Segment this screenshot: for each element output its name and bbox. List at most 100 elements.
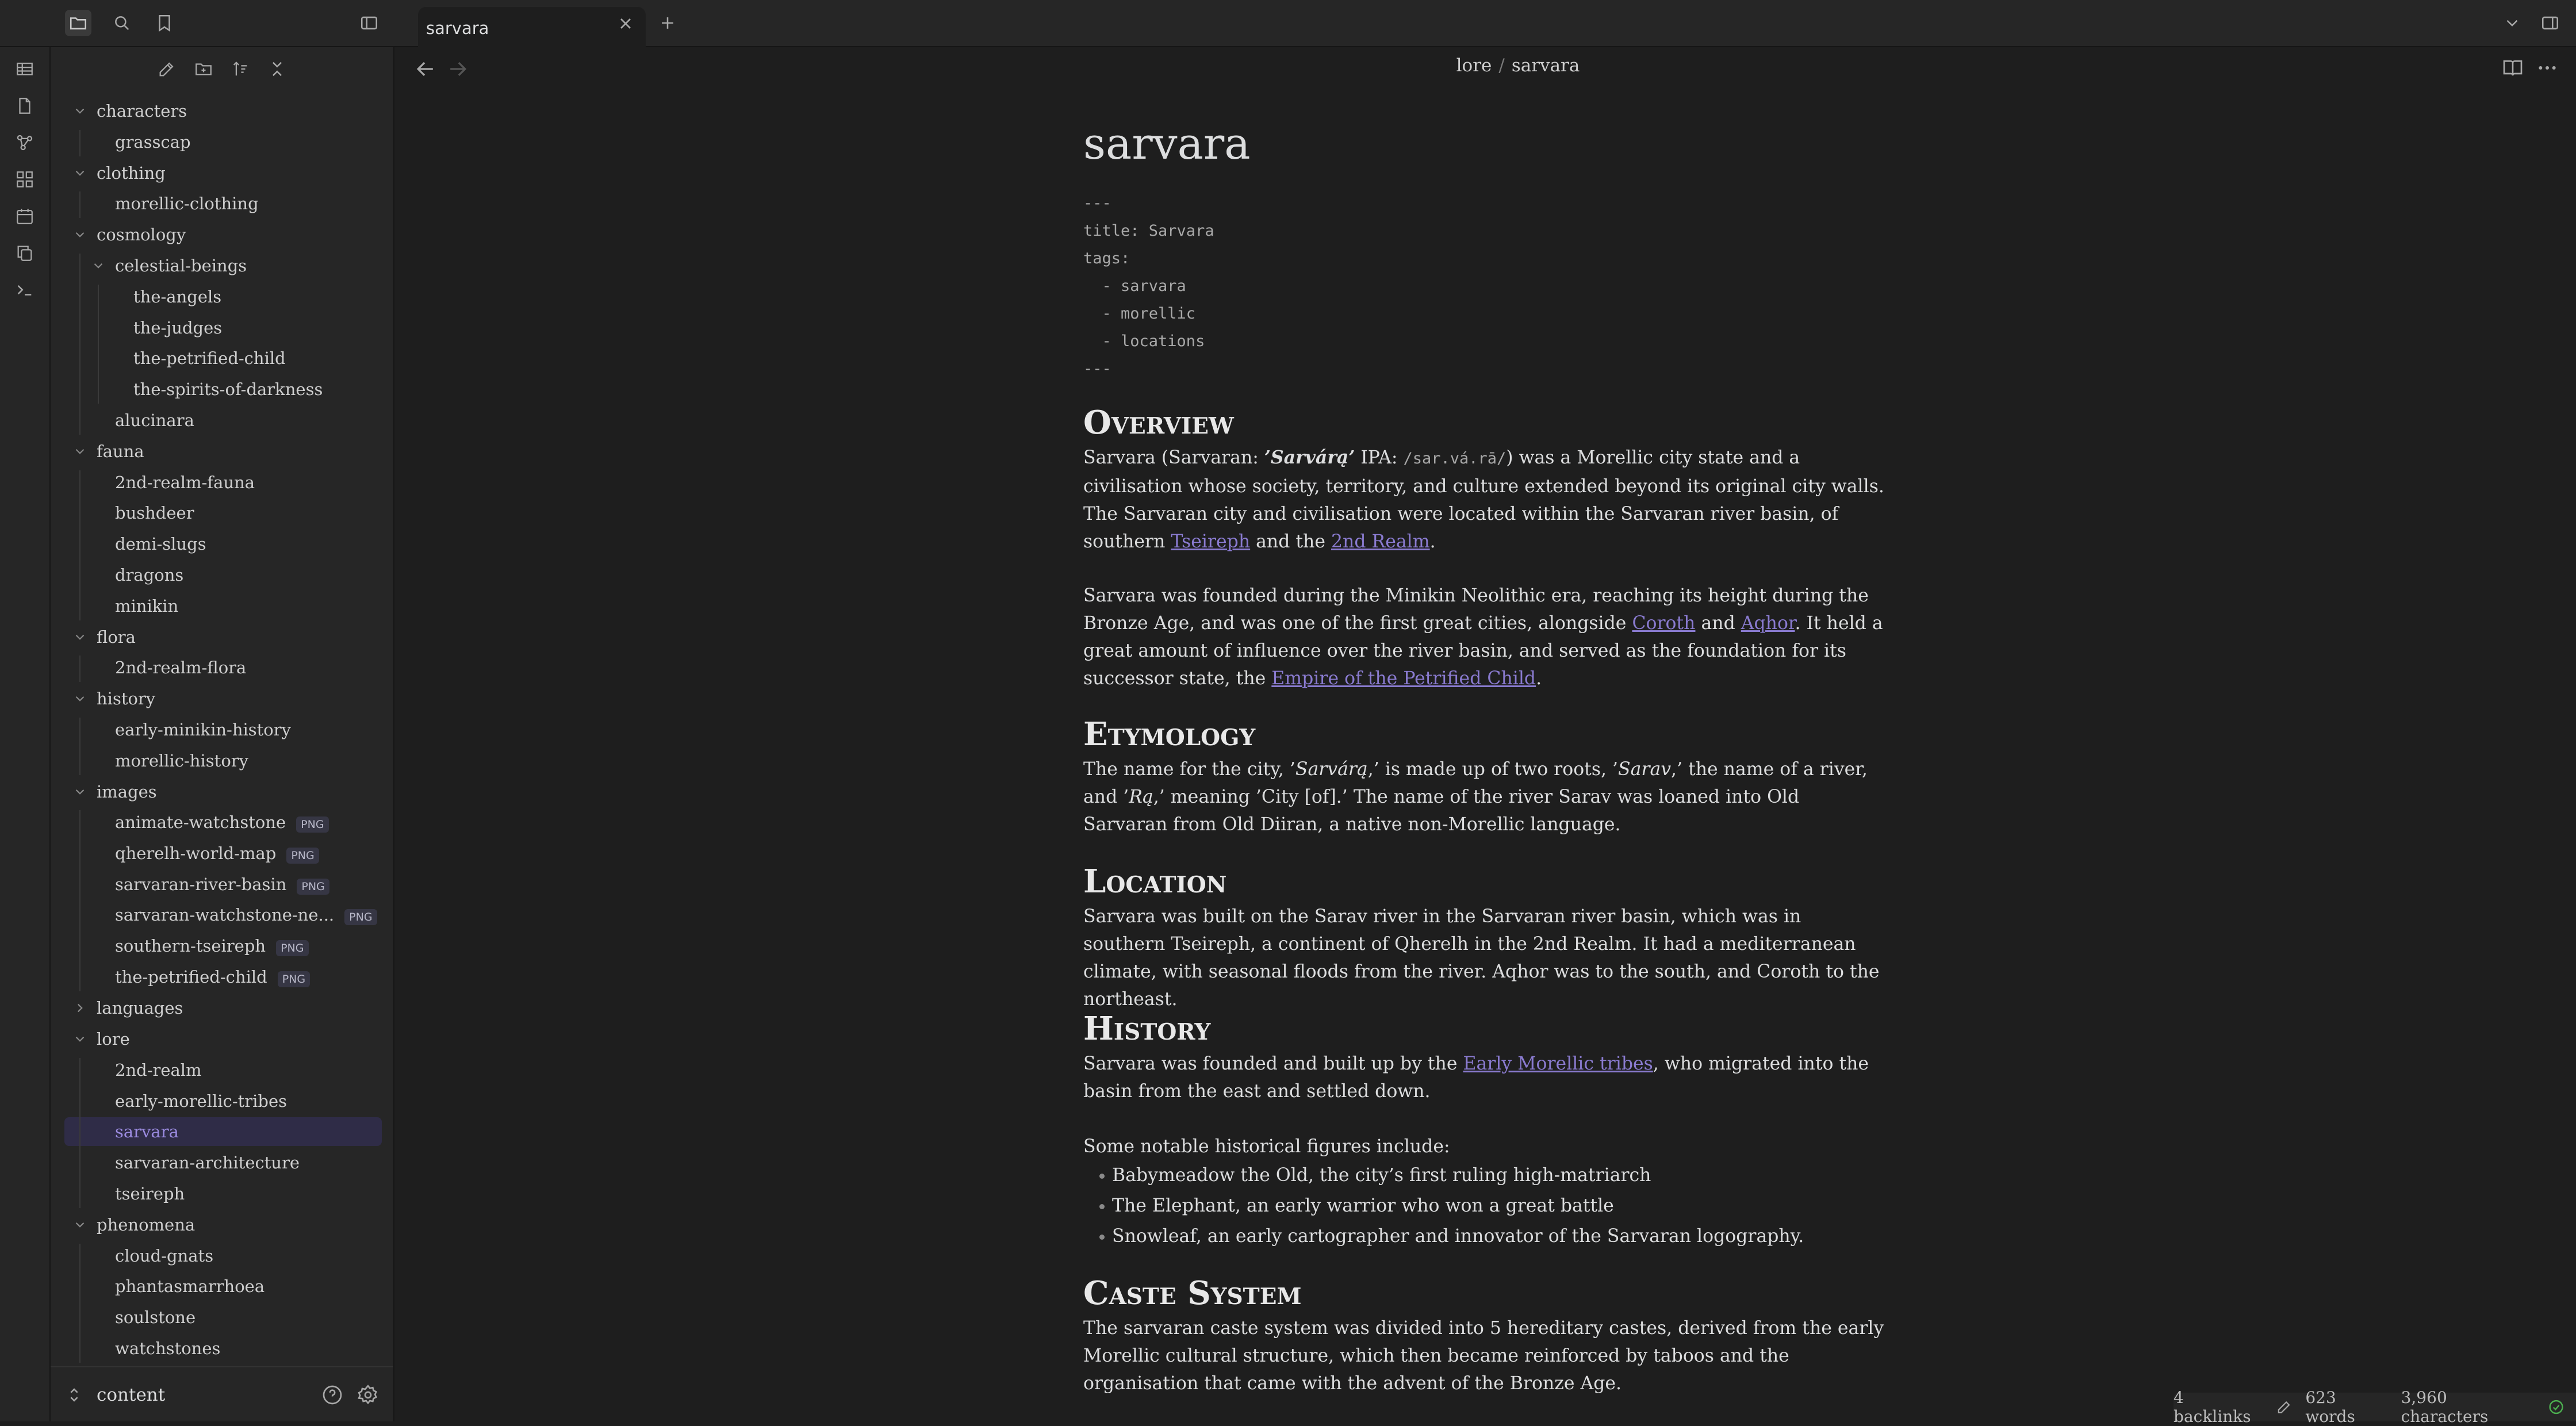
paragraph-overview-1: Sarvara (Sarvaran: ’Sarvárą’ IPA: /sar.v…	[1083, 447, 1884, 552]
file-type-badge: PNG	[296, 816, 329, 833]
graph-view-icon[interactable]	[12, 130, 37, 155]
help-icon[interactable]	[321, 1383, 344, 1406]
tree-file[interactable]: phantasmarrhoea	[51, 1272, 393, 1301]
back-arrow-icon[interactable]	[413, 56, 438, 82]
edit-pencil-icon[interactable]	[2276, 1398, 2293, 1416]
chevron-down-icon[interactable]	[72, 103, 87, 118]
terminal-icon[interactable]	[12, 277, 37, 302]
tree-file[interactable]: tseireph	[51, 1179, 393, 1208]
chevron-down-icon[interactable]	[72, 691, 87, 706]
link-aqhor[interactable]: Aqhor	[1741, 613, 1795, 634]
tree-file[interactable]: the-spirits-of-darkness	[51, 375, 393, 404]
file-icon[interactable]	[12, 93, 37, 118]
tree-folder[interactable]: languages	[51, 994, 393, 1022]
tree-file[interactable]: 2nd-realm-fauna	[51, 468, 393, 497]
tree-file[interactable]: animate-watchstone PNG	[51, 808, 393, 837]
updown-chevron-icon[interactable]	[64, 1383, 84, 1406]
link-empire-of-the-petrified-child[interactable]: Empire of the Petrified Child	[1271, 668, 1536, 689]
tree-file[interactable]: the-petrified-child PNG	[51, 963, 393, 991]
link-2nd-realm[interactable]: 2nd Realm	[1331, 531, 1430, 552]
reading-view-icon[interactable]	[2501, 56, 2524, 79]
tree-file[interactable]: qherelh-world-map PNG	[51, 839, 393, 868]
chevron-down-icon[interactable]	[72, 166, 87, 181]
search-icon[interactable]	[109, 10, 135, 36]
sort-icon[interactable]	[228, 56, 253, 82]
tree-folder[interactable]: flora	[51, 623, 393, 651]
settings-gear-icon[interactable]	[356, 1383, 379, 1406]
chevron-down-icon[interactable]	[72, 227, 87, 242]
calendar-icon[interactable]	[12, 204, 37, 229]
tree-file[interactable]: sarvara	[64, 1117, 382, 1147]
tree-file[interactable]: the-petrified-child	[51, 344, 393, 373]
chevron-down-icon[interactable]	[72, 784, 87, 799]
tree-file[interactable]: dragons	[51, 561, 393, 589]
table-icon[interactable]	[12, 56, 37, 82]
tree-file[interactable]: early-minikin-history	[51, 715, 393, 744]
file-type-badge: PNG	[286, 847, 319, 864]
tree-file[interactable]: the-angels	[51, 282, 393, 311]
sidebar-toggle-icon[interactable]	[356, 10, 382, 36]
chevron-down-icon[interactable]	[72, 444, 87, 459]
tree-folder[interactable]: history	[51, 684, 393, 713]
more-options-icon[interactable]	[2536, 56, 2559, 79]
chevron-down-icon[interactable]	[91, 258, 106, 273]
file-type-badge: PNG	[276, 940, 309, 957]
tree-file[interactable]: demi-slugs	[51, 530, 393, 558]
breadcrumb-folder[interactable]: lore	[1456, 55, 1492, 76]
tree-folder[interactable]: celestial-beings	[51, 251, 393, 280]
link-coroth[interactable]: Coroth	[1632, 613, 1695, 634]
tree-folder[interactable]: fauna	[51, 437, 393, 466]
tree-file[interactable]: soulstone	[51, 1303, 393, 1332]
tree-folder[interactable]: images	[51, 777, 393, 806]
chevron-down-icon[interactable]	[72, 1217, 87, 1232]
tree-item-label: minikin	[115, 596, 179, 616]
canvas-icon[interactable]	[12, 167, 37, 192]
new-note-icon[interactable]	[154, 56, 179, 82]
bookmark-icon[interactable]	[151, 10, 178, 36]
link-tseireph[interactable]: Tseireph	[1171, 531, 1250, 552]
tree-folder[interactable]: lore	[51, 1025, 393, 1053]
collapse-all-icon[interactable]	[264, 56, 290, 82]
tree-file[interactable]: alucinara	[51, 406, 393, 435]
copy-icon[interactable]	[12, 240, 37, 266]
tree-file[interactable]: minikin	[51, 592, 393, 620]
frontmatter[interactable]: --- title: Sarvara tags: - sarvara - mor…	[1083, 190, 1214, 383]
tree-file[interactable]: cloud-gnats	[51, 1241, 393, 1270]
tree-file[interactable]: sarvaran-watchstone-ne... PNG	[51, 901, 393, 930]
heading-history: History	[1083, 1010, 1211, 1048]
breadcrumb-file[interactable]: sarvara	[1512, 55, 1580, 76]
tree-file[interactable]: grasscap	[51, 128, 393, 156]
forward-arrow-icon[interactable]	[445, 56, 470, 82]
tree-folder[interactable]: clothing	[51, 159, 393, 187]
files-icon[interactable]	[65, 10, 91, 36]
note-title[interactable]: sarvara	[1083, 115, 1251, 172]
new-folder-icon[interactable]	[191, 56, 216, 82]
backlinks-count[interactable]: 4 backlinks	[2174, 1388, 2263, 1426]
tree-file[interactable]: 2nd-realm	[51, 1056, 393, 1084]
tree-file[interactable]: the-judges	[51, 313, 393, 342]
tab-sarvara[interactable]: sarvara	[418, 7, 646, 47]
chevron-down-icon[interactable]	[72, 630, 87, 645]
tree-file[interactable]: sarvaran-architecture	[51, 1148, 393, 1177]
tree-file[interactable]: sarvaran-river-basin PNG	[51, 870, 393, 899]
tree-file[interactable]: morellic-history	[51, 746, 393, 775]
tree-file[interactable]: early-morellic-tribes	[51, 1087, 393, 1116]
sync-status-icon[interactable]	[2548, 1398, 2564, 1416]
link-early-morellic-tribes[interactable]: Early Morellic tribes	[1463, 1053, 1653, 1074]
tree-file[interactable]: southern-tseireph PNG	[51, 932, 393, 961]
close-tab-icon[interactable]	[616, 14, 635, 33]
tree-file[interactable]: watchstones	[51, 1334, 393, 1363]
chevron-down-icon[interactable]	[72, 1032, 87, 1046]
right-sidebar-toggle-icon[interactable]	[2537, 10, 2563, 36]
tree-folder[interactable]: cosmology	[51, 220, 393, 249]
tree-file[interactable]: 2nd-realm-flora	[51, 653, 393, 682]
new-tab-icon[interactable]	[654, 10, 681, 36]
tree-file[interactable]: morellic-clothing	[51, 189, 393, 218]
chevron-right-icon[interactable]	[72, 1000, 87, 1015]
tab-list-chevron-icon[interactable]	[2499, 10, 2525, 36]
tree-folder[interactable]: characters	[51, 97, 393, 125]
tree-folder[interactable]: phenomena	[51, 1210, 393, 1239]
vault-switcher[interactable]: content	[51, 1366, 393, 1423]
tree-item-label: alucinara	[115, 411, 194, 430]
tree-file[interactable]: bushdeer	[51, 499, 393, 527]
